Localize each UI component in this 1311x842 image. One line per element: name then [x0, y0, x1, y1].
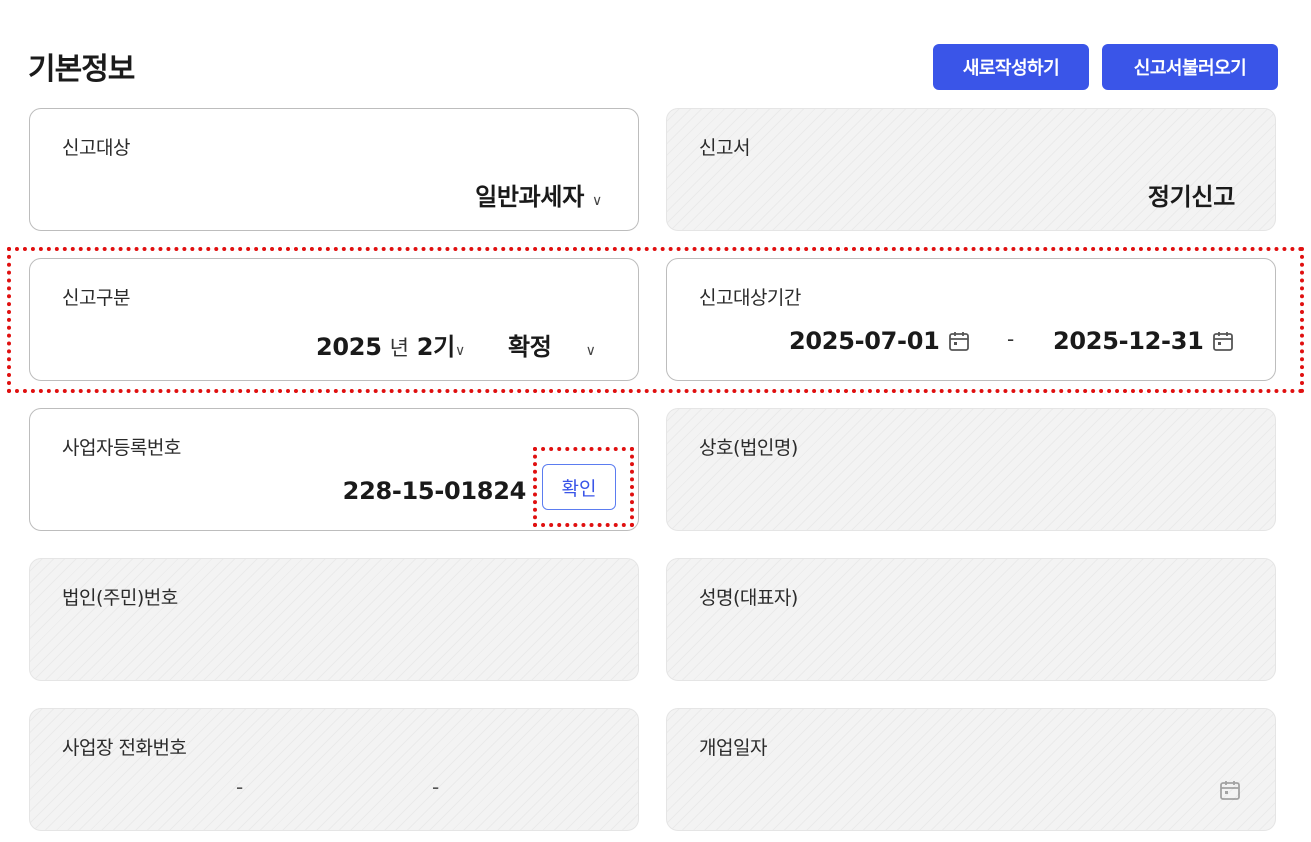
chevron-down-icon: ∨ [592, 193, 602, 209]
target-label: 신고대상 [62, 137, 130, 159]
target-select[interactable]: 일반과세자 ∨ [475, 177, 602, 212]
corp-id-card: 법인(주민)번호 [29, 558, 639, 681]
open-date-card: 개업일자 [666, 708, 1276, 831]
period-end-value: 2025-12-31 [1053, 327, 1204, 355]
calendar-icon[interactable] [1212, 330, 1234, 352]
category-card: 신고구분 2025 년 2기∨ 확정 ∨ [29, 258, 639, 381]
period-start[interactable]: 2025-07-01 [789, 327, 970, 355]
category-label: 신고구분 [62, 287, 130, 309]
report-card: 신고서 정기신고 [666, 108, 1276, 231]
corp-id-label: 법인(주민)번호 [62, 587, 178, 609]
company-card: 상호(법인명) [666, 408, 1276, 531]
calendar-icon[interactable] [948, 330, 970, 352]
period-label: 신고대상기간 [699, 287, 801, 309]
category-type-select[interactable]: 확정 ∨ [508, 327, 596, 362]
rep-name-card: 성명(대표자) [666, 558, 1276, 681]
phone-card: 사업장 전화번호 - - [29, 708, 639, 831]
period-end[interactable]: 2025-12-31 [1053, 327, 1234, 355]
phone-separator-1: - [236, 775, 244, 799]
rep-name-label: 성명(대표자) [699, 587, 798, 609]
company-label: 상호(법인명) [699, 437, 798, 459]
phone-label: 사업장 전화번호 [62, 737, 187, 759]
report-value: 정기신고 [1147, 183, 1235, 211]
page-title: 기본정보 [28, 52, 135, 87]
calendar-icon [1219, 779, 1241, 801]
period-start-value: 2025-07-01 [789, 327, 940, 355]
load-report-button[interactable]: 신고서불러오기 [1102, 44, 1278, 90]
biz-reg-label: 사업자등록번호 [62, 437, 181, 459]
target-value: 일반과세자 [475, 183, 584, 211]
period-separator: - [1007, 327, 1015, 351]
year-value: 2025 [316, 333, 382, 361]
report-label: 신고서 [699, 137, 750, 159]
type-value: 확정 [508, 333, 552, 361]
year-unit: 년 [389, 336, 409, 360]
new-report-button[interactable]: 새로작성하기 [933, 44, 1089, 90]
chevron-down-icon: ∨ [454, 343, 465, 359]
term-value: 2기 [416, 333, 455, 361]
open-date-label: 개업일자 [699, 737, 767, 759]
phone-separator-2: - [432, 775, 440, 799]
confirm-button[interactable]: 확인 [542, 464, 616, 510]
category-year-term[interactable]: 2025 년 2기∨ [316, 327, 465, 362]
chevron-down-icon: ∨ [585, 343, 596, 359]
target-card: 신고대상 일반과세자 ∨ [29, 108, 639, 231]
period-card: 신고대상기간 2025-07-01 - 2025-12-31 [666, 258, 1276, 381]
biz-reg-input[interactable]: 228-15-01824 [343, 477, 527, 505]
